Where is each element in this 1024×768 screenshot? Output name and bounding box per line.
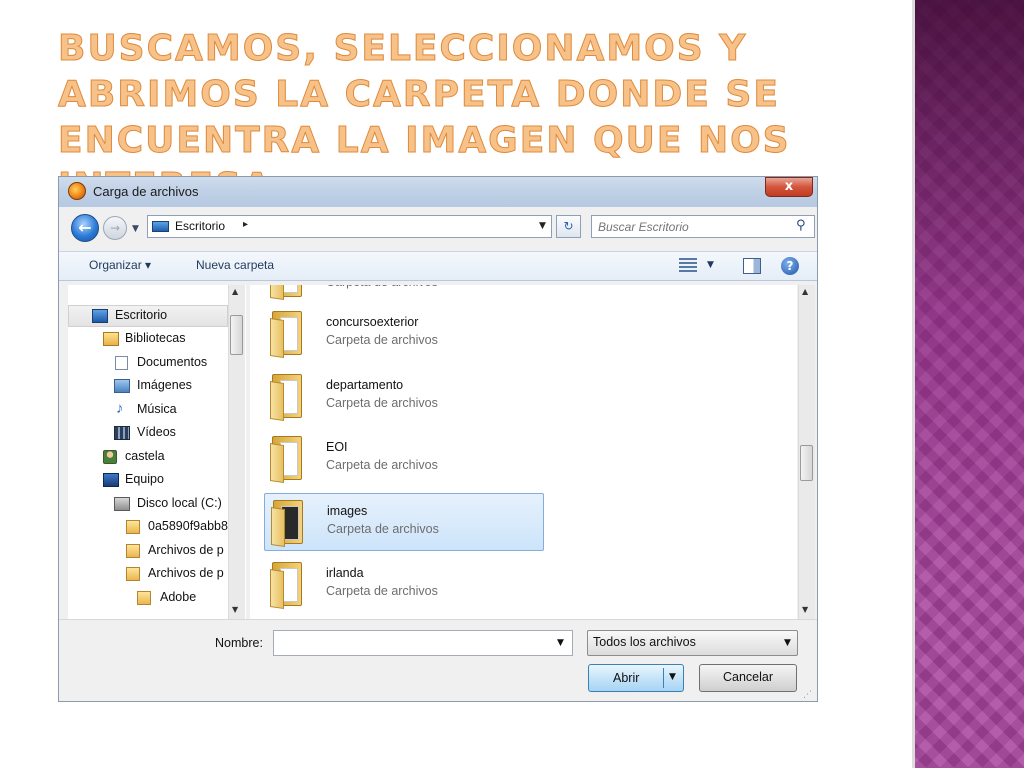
folder-icon — [126, 567, 140, 581]
nav-item-folder[interactable]: Archivos de p — [68, 541, 228, 563]
navigation-pane: Escritorio Bibliotecas Documentos Imágen… — [68, 285, 246, 619]
scroll-down-icon[interactable]: ▼ — [802, 605, 808, 614]
folder-icon — [271, 500, 307, 547]
scrollbar-thumb[interactable] — [800, 445, 813, 481]
open-options-arrow-icon[interactable]: ▼ — [669, 672, 676, 682]
search-input[interactable] — [598, 219, 788, 234]
change-view-icon[interactable] — [679, 258, 697, 274]
chevron-down-icon: ▼ — [784, 638, 791, 648]
folder-icon — [137, 591, 151, 605]
file-upload-dialog: Carga de archivos x ← → ▼ Escritorio ▸ ▼… — [58, 176, 818, 702]
libraries-icon — [103, 332, 119, 346]
file-list-pane: Carpeta de archivos concursoexterior Car… — [250, 285, 797, 619]
list-item[interactable]: concursoexterior Carpeta de archivos — [264, 305, 544, 363]
nav-item-equipo[interactable]: Equipo — [68, 470, 228, 492]
refresh-icon[interactable]: ↻ — [556, 215, 581, 238]
list-item[interactable]: departamento Carpeta de archivos — [264, 368, 544, 426]
decorative-side-band — [912, 0, 1024, 768]
desktop-icon — [92, 309, 108, 323]
user-folder-icon — [103, 450, 117, 464]
organize-menu[interactable]: Organizar ▾ — [89, 258, 151, 272]
command-toolbar: Organizar ▾ Nueva carpeta ▼ ? — [59, 251, 817, 281]
list-item[interactable]: EOI Carpeta de archivos — [264, 430, 544, 488]
nav-item-videos[interactable]: Vídeos — [68, 423, 228, 445]
resize-grip-icon[interactable]: ⋰ — [803, 690, 812, 700]
close-button[interactable]: x — [765, 177, 813, 197]
new-folder-button[interactable]: Nueva carpeta — [196, 258, 274, 272]
computer-icon — [103, 473, 119, 487]
back-arrow-icon[interactable]: ← — [71, 214, 99, 242]
help-icon[interactable]: ? — [781, 257, 799, 275]
scroll-down-icon[interactable]: ▼ — [232, 605, 238, 614]
nav-item-bibliotecas[interactable]: Bibliotecas — [68, 329, 228, 351]
file-list-scrollbar[interactable]: ▲ ▼ — [798, 285, 815, 619]
side-band-edge — [912, 0, 915, 768]
view-options-arrow-icon[interactable]: ▼ — [707, 260, 714, 270]
search-box[interactable]: ⚲ — [591, 215, 815, 238]
cancel-button[interactable]: Cancelar — [699, 664, 797, 692]
nav-item-musica[interactable]: ♪ Música — [68, 400, 228, 422]
file-name-input[interactable] — [273, 630, 573, 656]
list-item[interactable]: irlanda Carpeta de archivos — [264, 556, 544, 614]
dialog-footer: Nombre: ▼ Todos los archivos ▼ Abrir ▼ C… — [59, 619, 817, 701]
search-icon[interactable]: ⚲ — [796, 218, 806, 233]
nav-item-folder[interactable]: Archivos de p — [68, 564, 228, 586]
music-icon: ♪ — [116, 400, 124, 417]
address-dropdown-icon[interactable]: ▼ — [539, 221, 546, 231]
firefox-icon — [68, 182, 86, 200]
disk-icon — [114, 497, 130, 511]
file-name-dropdown-icon[interactable]: ▼ — [557, 638, 564, 648]
videos-icon — [114, 426, 130, 440]
desktop-icon — [152, 221, 169, 232]
nav-item-imagenes[interactable]: Imágenes — [68, 376, 228, 398]
open-button[interactable]: Abrir ▼ — [588, 664, 684, 692]
folder-icon — [270, 311, 306, 358]
nav-item-folder[interactable]: Adobe — [68, 588, 228, 610]
folder-icon — [270, 436, 306, 483]
dialog-title: Carga de archivos — [93, 184, 199, 199]
address-chevron-icon[interactable]: ▸ — [243, 219, 248, 230]
list-item-selected[interactable]: images Carpeta de archivos — [264, 493, 544, 551]
scroll-up-icon[interactable]: ▲ — [802, 287, 808, 296]
documents-icon — [115, 356, 128, 370]
nav-item-castela[interactable]: castela — [68, 447, 228, 469]
file-type-value: Todos los archivos — [593, 635, 696, 649]
nav-item-escritorio[interactable]: Escritorio — [68, 305, 228, 327]
split-divider — [663, 668, 664, 688]
scroll-up-icon[interactable]: ▲ — [232, 287, 238, 296]
file-type-select[interactable]: Todos los archivos ▼ — [587, 630, 798, 656]
forward-arrow-icon[interactable]: → — [103, 216, 127, 240]
list-item[interactable]: Carpeta de archivos — [264, 285, 544, 305]
scrollbar-thumb[interactable] — [230, 315, 243, 355]
nav-pane-scrollbar[interactable]: ▲ ▼ — [228, 285, 245, 619]
nav-item-documentos[interactable]: Documentos — [68, 353, 228, 375]
nav-item-disco-local[interactable]: Disco local (C:) — [68, 494, 228, 516]
nav-item-folder[interactable]: 0a5890f9abb8 — [68, 517, 228, 539]
dialog-titlebar[interactable]: Carga de archivos x — [59, 177, 817, 207]
folder-icon — [126, 520, 140, 534]
address-location[interactable]: Escritorio — [175, 219, 225, 233]
history-dropdown-icon[interactable]: ▼ — [132, 224, 139, 234]
open-button-label: Abrir — [613, 671, 640, 685]
pictures-icon — [114, 379, 130, 393]
folder-icon — [270, 374, 306, 421]
folder-icon — [270, 285, 306, 300]
folder-icon — [126, 544, 140, 558]
folder-icon — [270, 562, 306, 609]
preview-pane-icon[interactable] — [743, 258, 761, 274]
file-name-label: Nombre: — [215, 636, 263, 650]
address-bar[interactable]: Escritorio ▸ — [147, 215, 552, 238]
